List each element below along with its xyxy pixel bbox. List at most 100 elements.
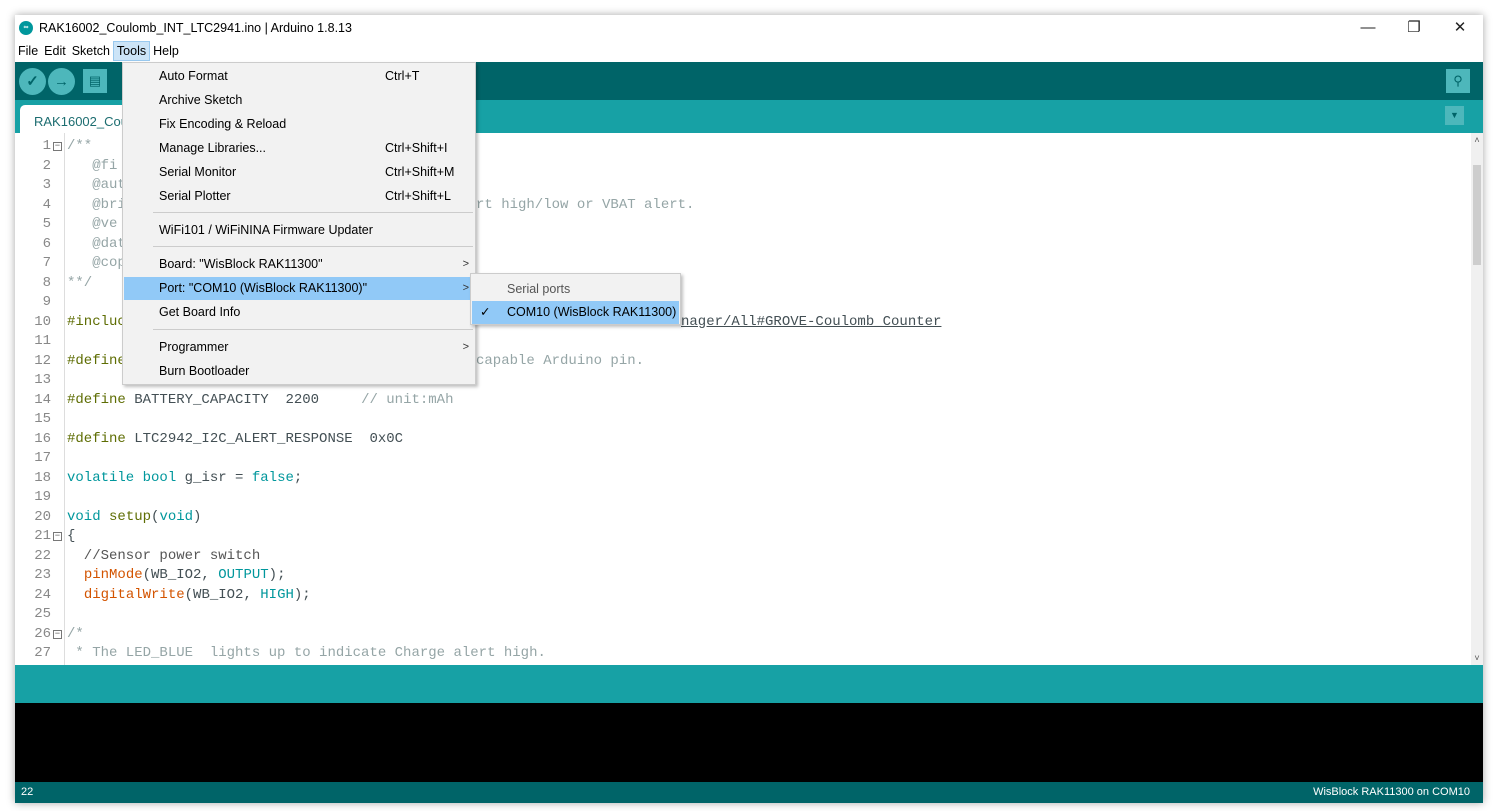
code-token: { bbox=[67, 528, 76, 544]
tools-menu-item-port-com10-wisblock-rak11300[interactable]: Port: "COM10 (WisBlock RAK11300)" > bbox=[124, 277, 475, 300]
code-token: pinMode bbox=[83, 567, 143, 583]
code-line: 14 #define BATTERY_CAPACITY 2200 // unit:… bbox=[15, 391, 1470, 411]
code-token: ) bbox=[193, 508, 202, 525]
menu-item-label: Programmer bbox=[159, 340, 229, 354]
code-text: pinMode(WB_IO2, OUTPUT); bbox=[67, 566, 286, 586]
menu-help[interactable]: Help bbox=[150, 41, 182, 61]
tools-menu-item-programmer[interactable]: Programmer > bbox=[124, 336, 475, 359]
menu-bar: File Edit Sketch Tools Help bbox=[15, 40, 182, 62]
menu-item-label: WiFi101 / WiFiNINA Firmware Updater bbox=[159, 223, 373, 237]
submenu-header-label: Serial ports bbox=[507, 282, 571, 296]
line-number: 11 bbox=[34, 333, 51, 349]
code-token: BATTERY_CAPACITY 2200 bbox=[125, 391, 362, 408]
arduino-logo-icon: ∞ bbox=[19, 20, 33, 35]
port-option-com10[interactable]: ✓ COM10 (WisBlock RAK11300) bbox=[472, 301, 679, 324]
code-token: ); bbox=[293, 586, 311, 603]
tools-menu-item-serial-monitor[interactable]: Serial Monitor Ctrl+Shift+M bbox=[124, 161, 475, 184]
fold-toggle-icon[interactable]: − bbox=[53, 142, 62, 151]
fold-toggle-icon[interactable]: − bbox=[53, 629, 62, 639]
line-number: 25 bbox=[34, 606, 51, 622]
submenu-arrow-icon: > bbox=[462, 258, 469, 270]
code-line: 17 bbox=[15, 449, 1470, 469]
tools-menu-item-archive-sketch[interactable]: Archive Sketch bbox=[124, 89, 475, 112]
current-line-number: 22 bbox=[21, 786, 34, 798]
line-number: 7 bbox=[42, 255, 51, 271]
line-number: 10 bbox=[34, 313, 51, 330]
submenu-arrow-icon: > bbox=[462, 282, 469, 294]
menu-file[interactable]: File bbox=[15, 41, 41, 61]
scroll-down-icon[interactable]: ˅ bbox=[1471, 653, 1483, 663]
vertical-scrollbar[interactable]: ˄ ˅ bbox=[1471, 133, 1483, 665]
code-text: **/ bbox=[67, 274, 92, 294]
code-text: * The LED_BLUE lights up to indicate Cha… bbox=[67, 644, 546, 664]
code-token: @bri bbox=[67, 196, 126, 213]
verify-button[interactable]: ✓ bbox=[19, 68, 46, 95]
code-token: rt high/low or VBAT alert. bbox=[476, 196, 695, 213]
tools-menu-item-burn-bootloader[interactable]: Burn Bootloader bbox=[124, 360, 475, 383]
code-token: //Sensor power switch bbox=[67, 547, 261, 564]
code-line: 18 volatile bool g_isr = false; bbox=[15, 469, 1470, 489]
tools-menu-item-fix-encoding-reload[interactable]: Fix Encoding & Reload bbox=[124, 113, 475, 136]
tab-menu-dropdown-icon[interactable]: ▼ bbox=[1445, 106, 1464, 125]
code-token: /** bbox=[67, 138, 93, 154]
tools-menu-item-get-board-info[interactable]: Get Board Info bbox=[124, 301, 475, 324]
menu-item-label: Serial Plotter bbox=[159, 189, 231, 203]
menu-sketch[interactable]: Sketch bbox=[69, 41, 113, 61]
code-token: /* bbox=[67, 625, 84, 642]
line-number: 14 bbox=[34, 391, 51, 408]
code-token: false bbox=[251, 469, 294, 486]
code-token: @fi bbox=[67, 157, 118, 174]
line-number: 8 bbox=[42, 274, 51, 291]
console-output bbox=[15, 703, 1483, 782]
line-number: 27 bbox=[34, 645, 51, 661]
code-token: nager/All#GROVE-Coulomb_Counter bbox=[681, 313, 942, 330]
message-area bbox=[15, 665, 1483, 703]
code-line: 27 * The LED_BLUE lights up to indicate … bbox=[15, 644, 1470, 664]
code-token: g_isr = bbox=[176, 469, 252, 486]
tools-menu-item-manage-libraries[interactable]: Manage Libraries... Ctrl+Shift+I bbox=[124, 137, 475, 160]
code-token: HIGH bbox=[260, 586, 294, 603]
menu-item-shortcut: Ctrl+Shift+M bbox=[385, 165, 455, 179]
code-text: @fi bbox=[67, 157, 117, 177]
code-text: /* bbox=[67, 625, 84, 645]
fold-toggle-icon[interactable]: − bbox=[53, 532, 62, 541]
serial-monitor-button[interactable]: ⚲ bbox=[1446, 69, 1470, 93]
line-number: 4 bbox=[42, 196, 51, 213]
line-number: 3 bbox=[42, 177, 51, 193]
code-token: @dat bbox=[67, 235, 126, 252]
code-token: void bbox=[67, 508, 101, 525]
menu-edit[interactable]: Edit bbox=[41, 41, 69, 61]
scrollbar-thumb[interactable] bbox=[1473, 165, 1481, 265]
upload-button[interactable]: → bbox=[48, 68, 75, 95]
code-text-visible-right: capable Arduino pin. bbox=[476, 352, 644, 372]
code-text: @ve bbox=[67, 215, 117, 235]
restore-button[interactable]: ❐ bbox=[1391, 15, 1437, 40]
menu-item-shortcut: Ctrl+T bbox=[385, 69, 420, 83]
menu-tools[interactable]: Tools bbox=[112, 41, 151, 61]
tools-menu-item-wifi101-wifinina-firmware-updater[interactable]: WiFi101 / WiFiNINA Firmware Updater bbox=[124, 219, 475, 242]
tools-menu-item-board-wisblock-rak11300[interactable]: Board: "WisBlock RAK11300" > bbox=[124, 253, 475, 276]
tools-menu-item-serial-plotter[interactable]: Serial Plotter Ctrl+Shift+L bbox=[124, 185, 475, 208]
code-token: LTC2942_I2C_ALERT_RESPONSE 0x0C bbox=[125, 430, 404, 447]
menu-item-label: Fix Encoding & Reload bbox=[159, 117, 287, 131]
tools-menu-item-auto-format[interactable]: Auto Format Ctrl+T bbox=[124, 65, 475, 88]
code-text: #define bbox=[67, 352, 126, 372]
menu-item-label: Manage Libraries... bbox=[159, 141, 267, 155]
code-token: volatile bbox=[67, 469, 135, 486]
new-sketch-button[interactable]: ▤ bbox=[83, 69, 107, 93]
line-number: 6 bbox=[42, 235, 51, 252]
code-token: #incluc bbox=[67, 313, 126, 330]
window-title: RAK16002_Coulomb_INT_LTC2941.ino | Ardui… bbox=[39, 20, 352, 35]
board-port-status: WisBlock RAK11300 on COM10 bbox=[1313, 786, 1470, 798]
code-text: volatile bool g_isr = false; bbox=[67, 469, 302, 489]
code-token: (WB_IO2, bbox=[184, 586, 261, 603]
code-token: **/ bbox=[67, 274, 93, 291]
serial-ports-header: Serial ports bbox=[472, 278, 679, 301]
minimize-button[interactable]: — bbox=[1345, 15, 1391, 40]
close-button[interactable]: ✕ bbox=[1437, 15, 1483, 40]
code-token: setup bbox=[109, 508, 152, 525]
scroll-up-icon[interactable]: ˄ bbox=[1471, 135, 1483, 145]
code-text: #define BATTERY_CAPACITY 2200 // unit:mA… bbox=[67, 391, 453, 411]
port-option-label: COM10 (WisBlock RAK11300) bbox=[507, 305, 677, 319]
